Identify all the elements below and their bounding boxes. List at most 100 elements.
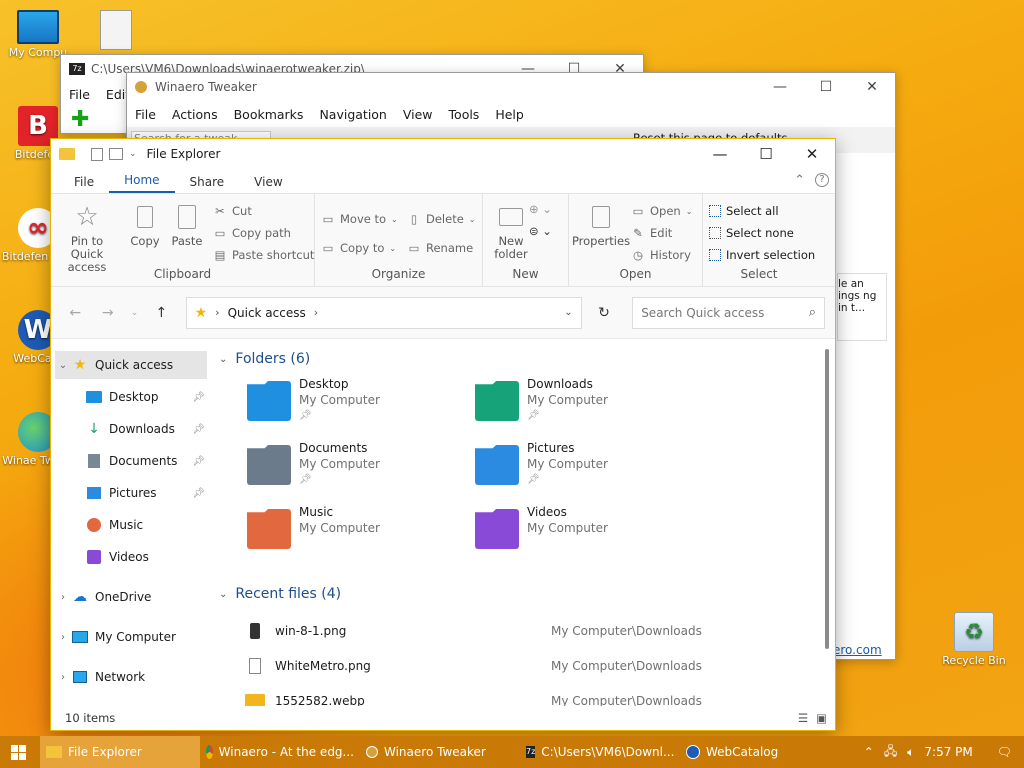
nav-item-music[interactable]: Music — [55, 511, 207, 539]
back-arrow-icon[interactable]: ← — [61, 298, 90, 328]
minimize-icon[interactable]: — — [757, 73, 803, 101]
start-button[interactable] — [0, 736, 36, 768]
collapse-ribbon-icon[interactable]: ⌃ — [794, 173, 805, 188]
menu-actions[interactable]: Actions — [172, 107, 218, 122]
network-icon[interactable]: 🖧︎ — [884, 742, 897, 763]
close-icon[interactable]: ✕ — [849, 73, 895, 101]
chevron-right-icon[interactable]: › — [55, 672, 71, 683]
copy-to-button[interactable]: ▭ Copy to ⌄ — [321, 241, 397, 255]
move-to-button[interactable]: ▭ Move to ⌄ — [321, 212, 398, 226]
chevron-down-icon[interactable]: ⌄ — [129, 149, 137, 159]
recent-file-row[interactable]: 1552582.webp My Computer\Downloads — [245, 686, 805, 707]
vertical-scrollbar[interactable] — [825, 349, 829, 649]
maximize-icon[interactable]: ☐ — [743, 139, 789, 169]
folder-tile[interactable]: Documents My Computer 📌︎ — [247, 441, 467, 497]
chevron-down-icon[interactable]: ⌄ — [564, 307, 572, 318]
cut-button[interactable]: ✂ Cut — [213, 204, 252, 218]
notifications-icon[interactable]: 🗨︎ — [997, 745, 1012, 759]
menu-help[interactable]: Help — [495, 107, 524, 122]
menu-navigation[interactable]: Navigation — [319, 107, 386, 122]
nav-item-documents[interactable]: Documents 📌︎ — [55, 447, 207, 475]
pin-icon[interactable]: 📌︎ — [192, 392, 205, 403]
tab-share[interactable]: Share — [175, 171, 240, 193]
select-all-button[interactable]: Select all — [709, 204, 779, 218]
recent-files-section-header[interactable]: ⌄ Recent files (4) — [219, 586, 341, 602]
pin-icon[interactable]: 📌︎ — [192, 424, 205, 435]
taskbar-button-webcatalog[interactable]: WebCatalog — [680, 736, 810, 768]
pin-icon[interactable]: 📌︎ — [192, 488, 205, 499]
folder-tile[interactable]: Downloads My Computer 📌︎ — [475, 377, 695, 433]
menu-file[interactable]: File — [135, 107, 156, 122]
chevron-down-icon[interactable]: ⌄ — [219, 354, 227, 365]
search-box[interactable]: Search Quick access ⌕ — [632, 296, 825, 329]
chevron-up-icon[interactable]: ⌃ — [864, 745, 874, 759]
chevron-right-icon[interactable]: › — [55, 632, 71, 643]
tab-home[interactable]: Home — [109, 169, 175, 193]
nav-item-desktop[interactable]: Desktop 📌︎ — [55, 383, 207, 411]
open-button[interactable]: ▭ Open ⌄ — [631, 204, 693, 218]
folder-tile[interactable]: Videos My Computer — [475, 505, 695, 561]
menu-file[interactable]: File — [69, 87, 90, 102]
speaker-icon[interactable]: 🔈︎ — [907, 745, 914, 760]
paste-shortcut-button[interactable]: ▤ Paste shortcut — [213, 248, 315, 262]
taskbar-button-winaero-tweaker[interactable]: Winaero Tweaker — [360, 736, 520, 768]
folder-tile[interactable]: Pictures My Computer 📌︎ — [475, 441, 695, 497]
menu-tools[interactable]: Tools — [449, 107, 480, 122]
select-none-button[interactable]: Select none — [709, 226, 794, 240]
recent-file-row[interactable]: win-8-1.png My Computer\Downloads — [245, 616, 805, 646]
clock[interactable]: 7:57 PM — [924, 745, 972, 759]
file-icon[interactable] — [100, 10, 132, 50]
folder-tile[interactable]: Music My Computer — [247, 505, 467, 561]
breadcrumb-quick-access[interactable]: Quick access — [228, 306, 306, 320]
refresh-icon[interactable]: ↻ — [590, 298, 619, 328]
nav-item-downloads[interactable]: ↓ Downloads 📌︎ — [55, 415, 207, 443]
invert-selection-button[interactable]: Invert selection — [709, 248, 815, 262]
new-item-button[interactable]: ⊕ ⌄ — [529, 202, 552, 216]
pin-icon[interactable]: 📌︎ — [192, 456, 205, 467]
details-view-icon[interactable]: ☰ — [798, 711, 808, 725]
taskbar-button-file-explorer[interactable]: File Explorer — [40, 736, 200, 768]
minimize-icon[interactable]: — — [697, 139, 743, 169]
nav-item-pictures[interactable]: Pictures 📌︎ — [55, 479, 207, 507]
properties-button[interactable]: Properties — [569, 202, 633, 248]
nav-item-onedrive[interactable]: › ☁ OneDrive — [55, 583, 207, 611]
delete-button[interactable]: ▯ Delete ⌄ — [407, 212, 476, 226]
tab-view[interactable]: View — [239, 171, 297, 193]
add-icon[interactable]: ✚ — [71, 109, 89, 131]
address-bar[interactable]: ★ › Quick access › ⌄ — [185, 296, 582, 329]
chevron-down-icon[interactable]: ⌄ — [55, 360, 71, 371]
folders-section-header[interactable]: ⌄ Folders (6) — [219, 351, 310, 367]
folder-tile[interactable]: Desktop My Computer 📌︎ — [247, 377, 467, 433]
paste-button[interactable]: Paste — [155, 202, 219, 248]
edit-button[interactable]: ✎ Edit — [631, 226, 672, 240]
desktop-icon-my-computer[interactable]: My Compu — [0, 10, 76, 59]
pin-to-quick-access-button[interactable]: ☆ Pin to Quick access — [55, 202, 119, 274]
help-icon[interactable]: ? — [815, 173, 829, 187]
desktop-icon-recycle-bin[interactable]: ♻ Recycle Bin — [936, 612, 1012, 667]
maximize-icon[interactable]: ☐ — [803, 73, 849, 101]
recent-file-row[interactable]: WhiteMetro.png My Computer\Downloads — [245, 651, 805, 681]
chevron-down-icon[interactable]: ⌄ — [219, 589, 227, 600]
properties-icon[interactable] — [91, 147, 103, 161]
tweaker-link[interactable]: ero.com — [833, 643, 882, 657]
copy-path-button[interactable]: ▭ Copy path — [213, 226, 291, 240]
up-arrow-icon[interactable]: ↑ — [147, 298, 176, 328]
menu-view[interactable]: View — [403, 107, 433, 122]
large-icons-view-icon[interactable]: ▣ — [816, 711, 827, 725]
nav-item-videos[interactable]: Videos — [55, 543, 207, 571]
history-button[interactable]: ◷ History — [631, 248, 691, 262]
taskbar-button-chrome[interactable]: Winaero - At the edg... — [200, 736, 360, 768]
close-icon[interactable]: ✕ — [789, 139, 835, 169]
recent-locations-icon[interactable]: ⌄ — [126, 298, 143, 328]
nav-item-quick-access[interactable]: ⌄ ★ Quick access — [55, 351, 207, 379]
file-explorer-window[interactable]: ⌄ File Explorer — ☐ ✕ File Home Share Vi… — [50, 138, 836, 731]
new-folder-icon[interactable] — [109, 148, 123, 160]
forward-arrow-icon[interactable]: → — [94, 298, 123, 328]
easy-access-button[interactable]: ⊜ ⌄ — [529, 224, 552, 238]
search-input[interactable]: Search Quick access — [641, 306, 764, 320]
nav-item-network[interactable]: › Network — [55, 663, 207, 691]
taskbar-button-7zip[interactable]: 7z C:\Users\VM6\Downl... — [520, 736, 680, 768]
menu-bookmarks[interactable]: Bookmarks — [234, 107, 304, 122]
rename-button[interactable]: ▭ Rename — [407, 241, 474, 255]
nav-item-my-computer[interactable]: › My Computer — [55, 623, 207, 651]
